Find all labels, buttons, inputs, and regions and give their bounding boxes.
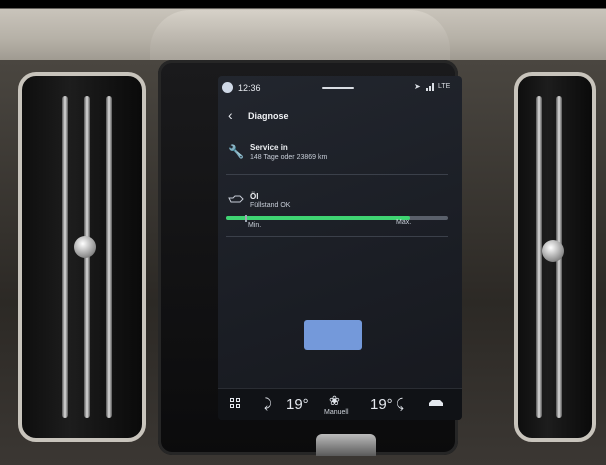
status-bar: 12:36 ➤ LTE: [218, 76, 462, 100]
page-title: Diagnose: [248, 111, 289, 121]
seat-heat-left-icon[interactable]: ⤸: [264, 396, 272, 412]
temperature-left[interactable]: 19°: [286, 396, 309, 413]
pull-down-handle[interactable]: [322, 87, 354, 89]
service-subtitle: 148 Tage oder 23869 km: [250, 154, 328, 161]
oil-min-marker: [245, 215, 247, 222]
oil-can-icon: [228, 195, 244, 203]
wrench-icon: 🔧: [228, 144, 245, 159]
fan-mode-label: Manuell: [324, 409, 349, 416]
screen-reflection: [304, 320, 362, 350]
fan-icon[interactable]: ❀: [329, 393, 340, 409]
oil-level-track: [226, 216, 448, 220]
vent-slat: [62, 96, 68, 418]
oil-level-fill: [226, 216, 411, 220]
air-vent-left: [18, 72, 146, 442]
temperature-right[interactable]: 19°: [370, 396, 393, 413]
back-button[interactable]: ‹: [228, 108, 233, 122]
navigation-arrow-icon: ➤: [414, 82, 421, 91]
profile-icon[interactable]: [222, 82, 233, 93]
infotainment-screen: 12:36 ➤ LTE ‹ Diagnose 🔧 Service in 148 …: [218, 76, 462, 420]
divider: [226, 174, 448, 175]
oil-status: Füllstand OK: [250, 202, 291, 209]
network-type: LTE: [438, 83, 451, 90]
apps-grid-icon[interactable]: [230, 398, 242, 410]
volume-knob[interactable]: [316, 434, 376, 456]
service-title: Service in: [250, 143, 288, 152]
vent-slat: [106, 96, 112, 418]
vent-knob-left[interactable]: [74, 236, 96, 258]
divider: [226, 236, 448, 237]
car-icon[interactable]: [428, 398, 444, 408]
oil-title: Öl: [250, 192, 259, 201]
oil-max-label: Max.: [396, 219, 412, 226]
seat-heat-right-icon[interactable]: ⤹: [396, 396, 404, 412]
vent-knob-right[interactable]: [542, 240, 564, 262]
air-vent-right: [514, 72, 596, 442]
climate-bar: ⤸ 19° ❀ Manuell 19° ⤹: [218, 388, 462, 420]
oil-min-label: Min.: [248, 222, 262, 229]
clock: 12:36: [238, 83, 261, 93]
signal-icon: [426, 83, 436, 91]
vent-slat: [536, 96, 542, 418]
